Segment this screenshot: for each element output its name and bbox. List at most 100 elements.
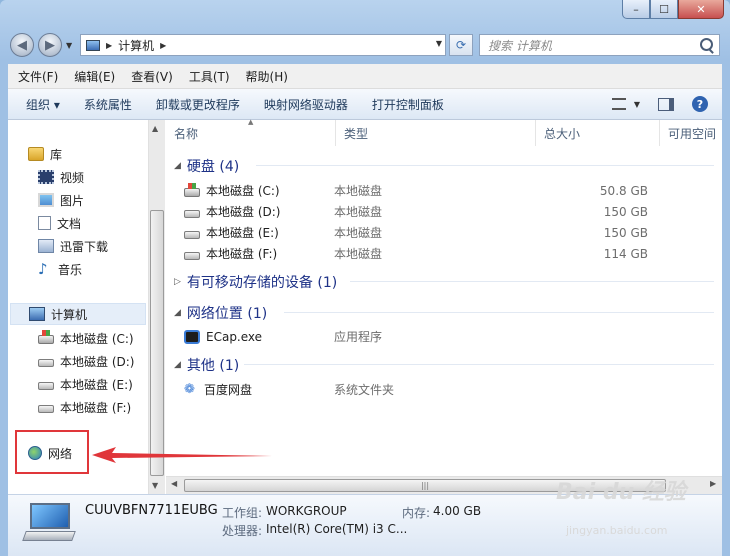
sidebar-item-drive-f[interactable]: 本地磁盘 (F:)	[38, 396, 131, 418]
breadcrumb-computer[interactable]: 计算机	[118, 37, 154, 54]
sidebar-item-music[interactable]: ♪ 音乐	[38, 258, 82, 280]
help-icon[interactable]: ?	[692, 96, 708, 112]
hard-drive-icon	[38, 382, 54, 390]
menu-help[interactable]: 帮助(H)	[236, 68, 294, 85]
refresh-icon[interactable]: ⟳	[449, 34, 473, 56]
group-header-removable[interactable]: ▷ 有可移动存储的设备 (1)	[174, 272, 714, 292]
system-drive-icon	[38, 330, 54, 344]
search-input[interactable]: 搜索 计算机	[479, 34, 720, 56]
scroll-right-icon[interactable]: ▶	[710, 479, 716, 488]
file-row[interactable]: ❁ 百度网盘 系统文件夹	[184, 379, 704, 400]
collapse-triangle-icon[interactable]: ◢	[174, 360, 181, 370]
breadcrumb-chevron-icon[interactable]: ▶	[106, 41, 112, 50]
file-row[interactable]: 本地磁盘 (F:) 本地磁盘 114 GB	[184, 243, 704, 264]
annotation-arrow-icon	[92, 447, 272, 463]
sidebar-item-label: 图片	[60, 193, 85, 208]
maximize-button[interactable]: ☐	[650, 0, 678, 19]
hard-drive-icon	[184, 230, 200, 239]
row-size: 114 GB	[603, 246, 648, 261]
sidebar-item-label: 迅雷下载	[60, 239, 109, 254]
file-row[interactable]: 本地磁盘 (C:) 本地磁盘 50.8 GB	[184, 180, 704, 201]
row-name: 本地磁盘 (F:)	[206, 247, 278, 261]
row-size: 150 GB	[603, 204, 648, 219]
forward-arrow-icon[interactable]: ▶	[38, 33, 62, 57]
sort-ascending-icon: ▲	[248, 118, 254, 126]
column-header-name[interactable]: 名称 ▲	[166, 118, 336, 146]
column-header-free-space[interactable]: 可用空间	[660, 120, 722, 146]
collapse-triangle-icon[interactable]: ◢	[174, 161, 181, 171]
collapse-triangle-icon[interactable]: ◢	[174, 308, 181, 318]
cpu-value: Intel(R) Core(TM) i3 C...	[266, 522, 408, 536]
group-divider	[284, 312, 714, 313]
view-dropdown-icon[interactable]: ▼	[634, 100, 640, 109]
sidebar-item-videos[interactable]: 视频	[38, 166, 84, 188]
computer-icon	[22, 501, 76, 545]
menu-file[interactable]: 文件(F)	[8, 68, 64, 85]
sidebar-item-drive-d[interactable]: 本地磁盘 (D:)	[38, 350, 134, 372]
preview-pane-icon[interactable]	[658, 97, 674, 111]
group-header-network-location[interactable]: ◢ 网络位置 (1)	[174, 303, 714, 323]
system-properties-button[interactable]: 系统属性	[72, 96, 144, 113]
hard-drive-icon	[184, 209, 200, 218]
column-header-total-size[interactable]: 总大小	[536, 120, 660, 146]
sidebar-item-documents[interactable]: 文档	[38, 212, 81, 234]
row-type: 本地磁盘	[334, 247, 383, 261]
column-header-type[interactable]: 类型	[336, 120, 536, 146]
column-label: 名称	[174, 126, 199, 141]
sidebar-item-label: 本地磁盘 (F:)	[60, 400, 132, 415]
sidebar-item-drive-c[interactable]: 本地磁盘 (C:)	[38, 327, 134, 349]
workgroup-label: 工作组:	[222, 506, 263, 520]
scroll-thumb[interactable]	[150, 210, 164, 476]
expand-triangle-icon[interactable]: ▷	[174, 277, 181, 287]
group-header-harddisk[interactable]: ◢ 硬盘 (4)	[174, 156, 714, 176]
organize-button[interactable]: 组织 ▾	[8, 96, 72, 113]
content-area: 库 视频 图片 文档 迅雷下载 ♪ 音乐 计算机 本地磁盘 (C:) 本地磁盘 …	[8, 118, 722, 494]
command-bar: 组织 ▾ 系统属性 卸载或更改程序 映射网络驱动器 打开控制面板 ▼ ?	[8, 89, 722, 120]
address-dropdown-icon[interactable]: ▼	[436, 39, 442, 48]
group-label: 硬盘 (4)	[186, 159, 240, 175]
row-size: 50.8 GB	[599, 183, 648, 198]
open-control-panel-button[interactable]: 打开控制面板	[360, 96, 456, 113]
scroll-down-icon[interactable]: ▼	[152, 481, 158, 490]
hard-drive-icon	[38, 405, 54, 413]
file-list-pane: 名称 ▲ 类型 总大小 可用空间 ◢ 硬盘 (4) 本地磁盘 (C:) 本地磁盘…	[166, 118, 722, 476]
minimize-button[interactable]: –	[622, 0, 650, 19]
file-row[interactable]: 本地磁盘 (E:) 本地磁盘 150 GB	[184, 222, 704, 243]
sidebar-item-label: 音乐	[58, 262, 83, 277]
row-size: 150 GB	[603, 225, 648, 240]
uninstall-program-button[interactable]: 卸载或更改程序	[144, 96, 252, 113]
camera-app-icon	[184, 329, 200, 344]
sidebar-item-pictures[interactable]: 图片	[38, 189, 84, 211]
explorer-window: – ☐ ✕ ◀ ▶ ▼ ▶ 计算机 ▶ ▼ ⟳ 搜索 计算机 文件(F) 编辑(…	[0, 0, 730, 556]
close-button[interactable]: ✕	[678, 0, 724, 19]
group-label: 网络位置 (1)	[186, 306, 268, 322]
group-divider	[256, 165, 714, 166]
hard-drive-icon	[184, 251, 200, 260]
menu-tools[interactable]: 工具(T)	[179, 68, 236, 85]
navigation-scrollbar[interactable]: ▲ ▼	[148, 120, 165, 494]
sidebar-item-library[interactable]: 库	[28, 143, 62, 165]
sidebar-item-drive-e[interactable]: 本地磁盘 (E:)	[38, 373, 133, 395]
file-row[interactable]: 本地磁盘 (D:) 本地磁盘 150 GB	[184, 201, 704, 222]
row-type: 应用程序	[334, 330, 383, 344]
sidebar-item-computer[interactable]: 计算机	[10, 303, 146, 325]
search-icon[interactable]	[700, 38, 713, 51]
recent-pages-chevron-icon[interactable]: ▼	[66, 41, 72, 50]
library-icon	[28, 147, 44, 161]
sidebar-item-label: 本地磁盘 (C:)	[60, 331, 134, 346]
view-options-icon[interactable]	[611, 98, 626, 110]
file-row[interactable]: ECap.exe 应用程序	[184, 326, 704, 347]
group-divider	[350, 281, 714, 282]
sidebar-item-xunlei-downloads[interactable]: 迅雷下载	[38, 235, 108, 257]
group-header-other[interactable]: ◢ 其他 (1)	[174, 355, 714, 375]
map-network-drive-button[interactable]: 映射网络驱动器	[252, 96, 360, 113]
address-bar[interactable]: ▶ 计算机 ▶ ▼	[80, 34, 446, 56]
scroll-up-icon[interactable]: ▲	[152, 124, 158, 133]
menu-edit[interactable]: 编辑(E)	[64, 68, 121, 85]
scroll-left-icon[interactable]: ◀	[171, 479, 177, 488]
back-arrow-icon[interactable]: ◀	[10, 33, 34, 57]
caption-buttons: – ☐ ✕	[622, 0, 724, 19]
menu-view[interactable]: 查看(V)	[121, 68, 179, 85]
breadcrumb-chevron-icon[interactable]: ▶	[160, 41, 166, 50]
music-note-icon: ♪	[38, 260, 48, 278]
